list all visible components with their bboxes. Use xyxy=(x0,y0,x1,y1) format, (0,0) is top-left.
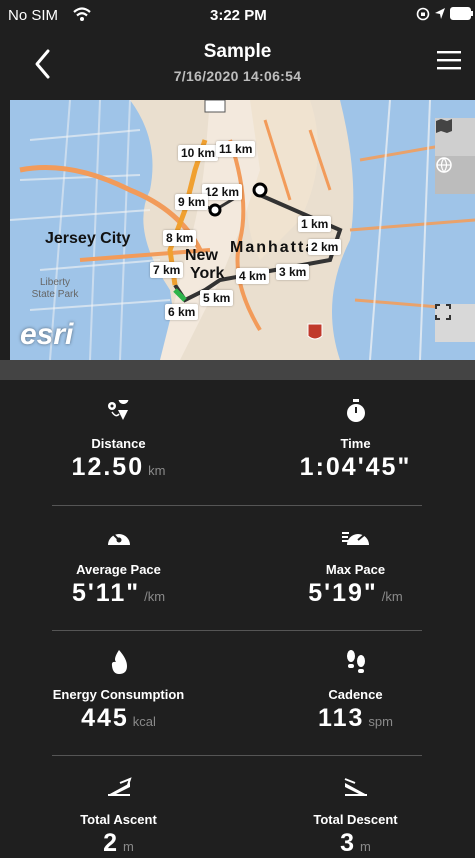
location-icon xyxy=(435,8,445,19)
stat-unit: m xyxy=(360,839,371,854)
stat-energy: Energy Consumption 445 kcal xyxy=(0,647,237,733)
map-icon xyxy=(436,119,452,133)
stat-cadence: Cadence 113 spm xyxy=(237,647,474,733)
stat-label: Total Descent xyxy=(313,812,398,827)
km-marker-7: 7 km xyxy=(150,262,184,278)
stat-total-descent: Total Descent 3m xyxy=(237,772,474,858)
rotation-lock-icon xyxy=(416,7,430,21)
km-marker-6: 6 km xyxy=(165,304,199,320)
wifi-icon xyxy=(73,7,91,21)
flame-icon xyxy=(111,650,127,674)
map-label-state-park: State Park xyxy=(32,289,80,300)
battery-icon xyxy=(450,7,473,20)
stat-unit: /km xyxy=(144,589,166,604)
km-marker-10: 10 km xyxy=(178,145,219,161)
stat-unit: /km xyxy=(381,589,403,604)
ascent-icon xyxy=(107,777,132,796)
stat-average-pace: Average Pace 5'11"/km xyxy=(0,522,237,608)
stat-label: Total Ascent xyxy=(80,812,157,827)
stat-label: Energy Consumption xyxy=(52,687,185,702)
km-marker-5: 5 km xyxy=(200,290,234,306)
footsteps-icon xyxy=(346,650,365,673)
km-marker-3: 3 km xyxy=(276,264,310,280)
stats-grid: Distance 12.50 km Time 1:04'45" Average P… xyxy=(0,380,475,857)
map-label-liberty: Liberty xyxy=(40,277,70,288)
map-label-york: York xyxy=(190,265,224,282)
km-marker-1: 1 km xyxy=(298,216,332,232)
carrier-label: No SIM xyxy=(8,7,59,24)
stat-value: 12.50 xyxy=(71,453,145,481)
globe-icon xyxy=(436,157,452,174)
clock: 3:22 PM xyxy=(210,7,267,24)
max-pace-icon xyxy=(341,532,369,545)
stat-value: 113 xyxy=(318,704,365,732)
km-marker-4: 4 km xyxy=(236,268,270,284)
stat-label: Distance xyxy=(91,436,146,451)
stat-value: 5'19" xyxy=(308,579,378,607)
status-bar: No SIM 3:22 PM xyxy=(0,0,475,30)
stat-unit: km xyxy=(148,463,166,478)
activity-datetime: 7/16/2020 14:06:54 xyxy=(173,68,302,84)
map-layers-button[interactable] xyxy=(435,118,475,156)
stat-total-ascent: Total Ascent 2m xyxy=(0,772,237,858)
map-background: Jersey City Liberty State Park New Manha… xyxy=(10,100,475,360)
stopwatch-icon xyxy=(346,399,365,422)
map-label-jersey-city: Jersey City xyxy=(45,230,130,247)
map-basemap-button[interactable] xyxy=(435,156,475,194)
page-title: Sample xyxy=(203,41,272,62)
km-marker-11: 11 km xyxy=(216,141,256,157)
stat-label: Average Pace xyxy=(76,562,161,577)
section-divider-band xyxy=(0,360,475,380)
average-pace-icon xyxy=(107,534,130,545)
descent-icon xyxy=(344,778,367,796)
menu-icon[interactable] xyxy=(437,50,461,70)
km-marker-2: 2 km xyxy=(308,239,342,255)
esri-logo: esri xyxy=(20,318,74,351)
map-fullscreen-button[interactable] xyxy=(435,304,475,342)
distance-icon xyxy=(107,400,128,420)
map-label-new: New xyxy=(185,247,218,264)
km-marker-9: 9 km xyxy=(175,194,209,210)
navigation-header: Sample 7/16/2020 14:06:54 xyxy=(0,30,475,100)
stat-distance: Distance 12.50 km xyxy=(0,396,237,482)
stat-label: Time xyxy=(340,436,371,451)
stat-unit: m xyxy=(123,839,134,854)
row-divider xyxy=(52,755,422,756)
row-divider xyxy=(52,630,422,631)
stat-unit: spm xyxy=(368,714,393,729)
stat-value: 1:04'45" xyxy=(299,453,412,481)
stat-time: Time 1:04'45" xyxy=(237,396,474,482)
stat-unit: kcal xyxy=(132,714,156,729)
route-map[interactable]: Jersey City Liberty State Park New Manha… xyxy=(10,100,475,360)
stat-value: 5'11" xyxy=(71,579,141,607)
stat-max-pace: Max Pace 5'19"/km xyxy=(237,522,474,608)
stat-label: Cadence xyxy=(328,687,383,702)
stat-label: Max Pace xyxy=(325,562,386,577)
row-divider xyxy=(52,505,422,506)
stat-value: 445 xyxy=(81,704,129,732)
km-marker-8: 8 km xyxy=(163,230,197,246)
fullscreen-icon xyxy=(435,304,451,320)
